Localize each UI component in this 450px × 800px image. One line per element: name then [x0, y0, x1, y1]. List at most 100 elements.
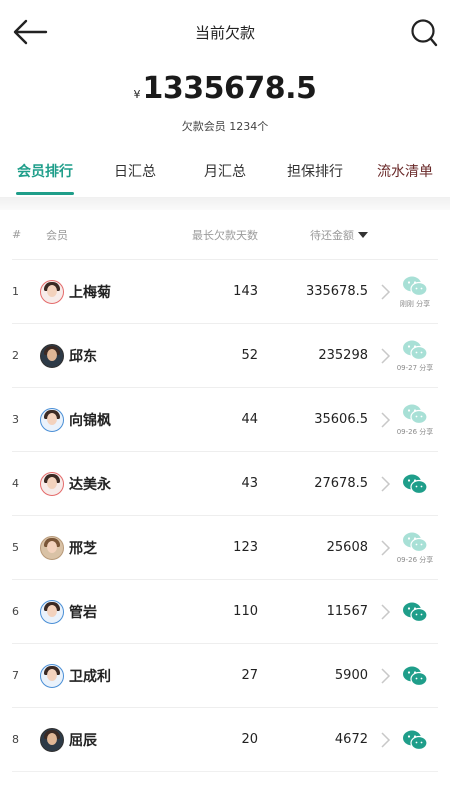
table-row[interactable]: 5 邢芝 123 25608 09-26 分享 — [12, 516, 438, 580]
row-member: 上梅菊 — [38, 279, 178, 304]
share-time: 09-26 分享 — [396, 427, 434, 436]
chevron-right-icon[interactable] — [378, 474, 392, 494]
row-member: 邱东 — [38, 343, 178, 368]
row-amount: 5900 — [334, 668, 368, 683]
row-rank: 8 — [12, 733, 19, 746]
row-rank: 6 — [12, 605, 19, 618]
row-share-action[interactable] — [392, 729, 438, 751]
tab-monthly-summary[interactable]: 月汇总 — [180, 150, 270, 197]
currency-symbol: ¥ — [133, 88, 141, 101]
chevron-right-icon[interactable] — [378, 602, 392, 622]
tab-daily-summary[interactable]: 日汇总 — [90, 150, 180, 197]
wechat-icon[interactable] — [402, 665, 428, 687]
row-share-action[interactable] — [392, 601, 438, 623]
wechat-icon[interactable] — [402, 601, 428, 623]
row-member: 达美永 — [38, 471, 178, 496]
header: 当前欠款 — [0, 0, 450, 66]
row-member: 卫成利 — [38, 663, 178, 688]
row-days: 44 — [241, 412, 258, 427]
member-name: 邢芝 — [69, 540, 97, 557]
table-row[interactable]: 6 管岩 110 11567 — [12, 580, 438, 644]
header-amount-label: 待还金额 — [310, 228, 354, 242]
row-amount: 35606.5 — [314, 412, 368, 427]
wechat-icon[interactable] — [402, 339, 428, 361]
row-member: 邢芝 — [38, 535, 178, 560]
wechat-icon[interactable] — [402, 473, 428, 495]
avatar — [40, 535, 64, 560]
wechat-icon[interactable] — [402, 729, 428, 751]
row-amount: 335678.5 — [305, 284, 368, 299]
row-share-action[interactable]: 09-27 分享 — [392, 339, 438, 373]
header-days: 最长欠款天数 — [192, 228, 258, 242]
table-row[interactable]: 8 屈辰 20 4672 — [12, 708, 438, 772]
tab-guarantee-ranking[interactable]: 担保排行 — [270, 150, 360, 197]
row-rank: 2 — [12, 349, 19, 362]
member-name: 卫成利 — [69, 668, 111, 685]
avatar — [40, 343, 64, 368]
chevron-right-icon[interactable] — [378, 538, 392, 558]
debt-members-count: 欠款会员 1234个 — [181, 120, 269, 133]
avatar — [40, 471, 64, 496]
wechat-icon[interactable] — [402, 403, 428, 425]
chevron-right-icon[interactable] — [378, 730, 392, 750]
divider-band — [0, 198, 450, 210]
header-rank: # — [12, 228, 22, 241]
row-share-action[interactable] — [392, 665, 438, 687]
share-time: 09-26 分享 — [396, 555, 434, 564]
table-row[interactable]: 7 卫成利 27 5900 — [12, 644, 438, 708]
member-name: 邱东 — [69, 348, 97, 365]
table-row[interactable]: 3 向锦枫 44 35606.5 09-26 分享 — [12, 388, 438, 452]
avatar — [40, 727, 64, 752]
amount-value: 1335678.5 — [142, 71, 317, 106]
share-time: 刚刚 分享 — [399, 299, 431, 308]
row-member: 向锦枫 — [38, 407, 178, 432]
tab-member-ranking[interactable]: 会员排行 — [0, 150, 90, 197]
tab-transaction-list[interactable]: 流水清单 — [360, 150, 450, 197]
row-share-action[interactable]: 09-26 分享 — [392, 531, 438, 565]
avatar — [40, 599, 64, 624]
row-share-action[interactable]: 09-26 分享 — [392, 403, 438, 437]
row-rank: 5 — [12, 541, 19, 554]
row-rank: 1 — [12, 285, 19, 298]
chevron-right-icon[interactable] — [378, 666, 392, 686]
table-row[interactable]: 1 上梅菊 143 335678.5 刚刚 分享 — [12, 260, 438, 324]
wechat-icon[interactable] — [402, 275, 428, 297]
row-rank: 7 — [12, 669, 19, 682]
table-row[interactable]: 4 达美永 43 27678.5 — [12, 452, 438, 516]
sort-down-icon — [358, 231, 368, 238]
row-member: 管岩 — [38, 599, 178, 624]
table-header: # 会员 最长欠款天数 待还金额 — [12, 210, 438, 260]
chevron-right-icon[interactable] — [378, 410, 392, 430]
page-title: 当前欠款 — [194, 24, 255, 42]
tab-bar: 会员排行 日汇总 月汇总 担保排行 流水清单 — [0, 150, 450, 198]
row-amount: 27678.5 — [314, 476, 368, 491]
row-days: 123 — [233, 540, 258, 555]
member-name: 向锦枫 — [69, 412, 111, 429]
row-member: 屈辰 — [38, 727, 178, 752]
member-name: 上梅菊 — [69, 284, 111, 301]
row-days: 52 — [241, 348, 258, 363]
debt-summary: ¥ 1335678.5 欠款会员 1234个 — [0, 66, 450, 150]
avatar — [40, 407, 64, 432]
avatar — [40, 279, 64, 304]
row-share-action[interactable] — [392, 473, 438, 495]
chevron-right-icon[interactable] — [378, 282, 392, 302]
table-row[interactable]: 2 邱东 52 235298 09-27 分享 — [12, 324, 438, 388]
share-time: 09-27 分享 — [396, 363, 434, 372]
chevron-right-icon[interactable] — [378, 346, 392, 366]
total-amount: ¥ 1335678.5 — [0, 66, 450, 104]
wechat-icon[interactable] — [402, 531, 428, 553]
header-amount-sort[interactable]: 待还金额 — [258, 227, 368, 243]
search-icon[interactable] — [410, 18, 438, 48]
row-amount: 25608 — [326, 540, 368, 555]
row-days: 20 — [241, 732, 258, 747]
row-days: 110 — [233, 604, 258, 619]
row-days: 143 — [233, 284, 258, 299]
row-days: 43 — [241, 476, 258, 491]
row-share-action[interactable]: 刚刚 分享 — [392, 275, 438, 309]
member-name: 屈辰 — [69, 732, 97, 749]
row-amount: 235298 — [318, 348, 368, 363]
row-amount: 11567 — [326, 604, 368, 619]
member-name: 管岩 — [69, 604, 97, 621]
avatar — [40, 663, 64, 688]
